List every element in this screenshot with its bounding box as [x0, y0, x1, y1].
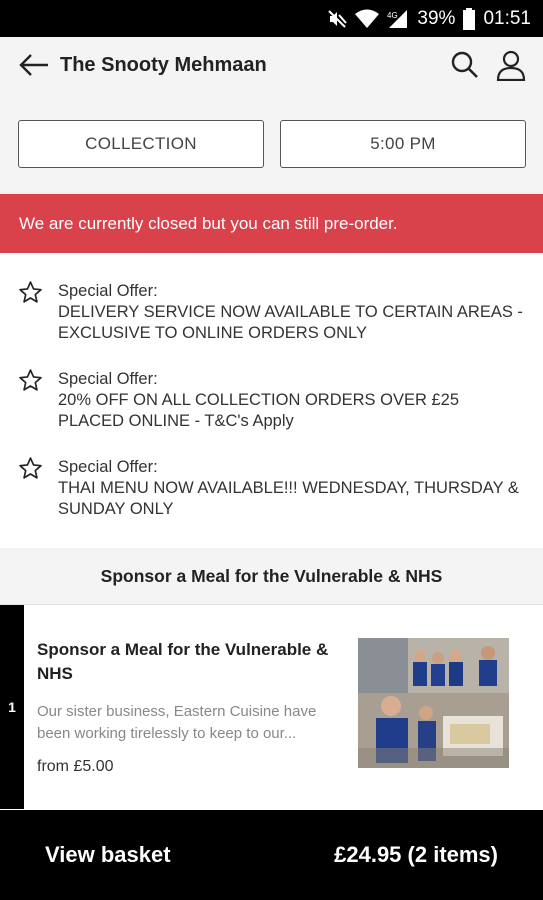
- closed-notice-banner: We are currently closed but you can stil…: [0, 194, 543, 253]
- clock: 01:51: [483, 7, 531, 29]
- account-icon: [496, 50, 526, 81]
- special-offers-list: Special Offer: DELIVERY SERVICE NOW AVAI…: [0, 253, 543, 548]
- basket-summary: £24.95 (2 items): [334, 842, 498, 867]
- account-button[interactable]: [491, 45, 531, 85]
- star-icon: [19, 369, 42, 391]
- item-price: from £5.00: [37, 758, 114, 775]
- search-button[interactable]: [445, 45, 485, 85]
- offer-text: DELIVERY SERVICE NOW AVAILABLE TO CERTAI…: [58, 303, 523, 342]
- offer-label: Special Offer:: [58, 370, 158, 388]
- time-picker-button[interactable]: 5:00 PM: [280, 120, 526, 168]
- svg-text:4G: 4G: [387, 11, 398, 20]
- signal-icon: 4G: [387, 9, 409, 29]
- basket-label: View basket: [45, 842, 171, 867]
- status-bar: 4G 39% 01:51: [0, 0, 543, 37]
- offer-item: Special Offer: DELIVERY SERVICE NOW AVAI…: [0, 280, 543, 344]
- item-description: Our sister business, Eastern Cuisine hav…: [37, 703, 317, 742]
- offer-label: Special Offer:: [58, 282, 158, 300]
- item-title: Sponsor a Meal for the Vulnerable & NHS: [37, 640, 329, 683]
- back-button[interactable]: [14, 45, 54, 85]
- battery-icon: [463, 7, 476, 30]
- item-quantity-badge: 1: [0, 605, 24, 809]
- view-basket-button[interactable]: View basket £24.95 (2 items): [0, 810, 543, 900]
- offer-text: THAI MENU NOW AVAILABLE!!! WEDNESDAY, TH…: [58, 479, 519, 518]
- star-icon: [19, 457, 42, 479]
- back-arrow-icon: [19, 54, 48, 76]
- offer-item: Special Offer: 20% OFF ON ALL COLLECTION…: [0, 368, 543, 432]
- battery-percent: 39%: [417, 7, 456, 29]
- offer-item: Special Offer: THAI MENU NOW AVAILABLE!!…: [0, 456, 543, 520]
- offer-text: 20% OFF ON ALL COLLECTION ORDERS OVER £2…: [58, 391, 460, 430]
- order-options: COLLECTION 5:00 PM: [0, 93, 543, 194]
- star-icon: [19, 281, 42, 303]
- category-header: Sponsor a Meal for the Vulnerable & NHS: [0, 548, 543, 604]
- item-photo: [358, 638, 509, 768]
- mute-icon: [327, 9, 348, 29]
- wifi-icon: [355, 9, 380, 29]
- restaurant-title: The Snooty Mehmaan: [60, 53, 267, 76]
- search-icon: [451, 51, 478, 78]
- offer-label: Special Offer:: [58, 458, 158, 476]
- menu-item-card[interactable]: 1 Sponsor a Meal for the Vulnerable & NH…: [0, 604, 543, 810]
- app-bar: The Snooty Mehmaan: [0, 37, 543, 93]
- collection-button[interactable]: COLLECTION: [18, 120, 264, 168]
